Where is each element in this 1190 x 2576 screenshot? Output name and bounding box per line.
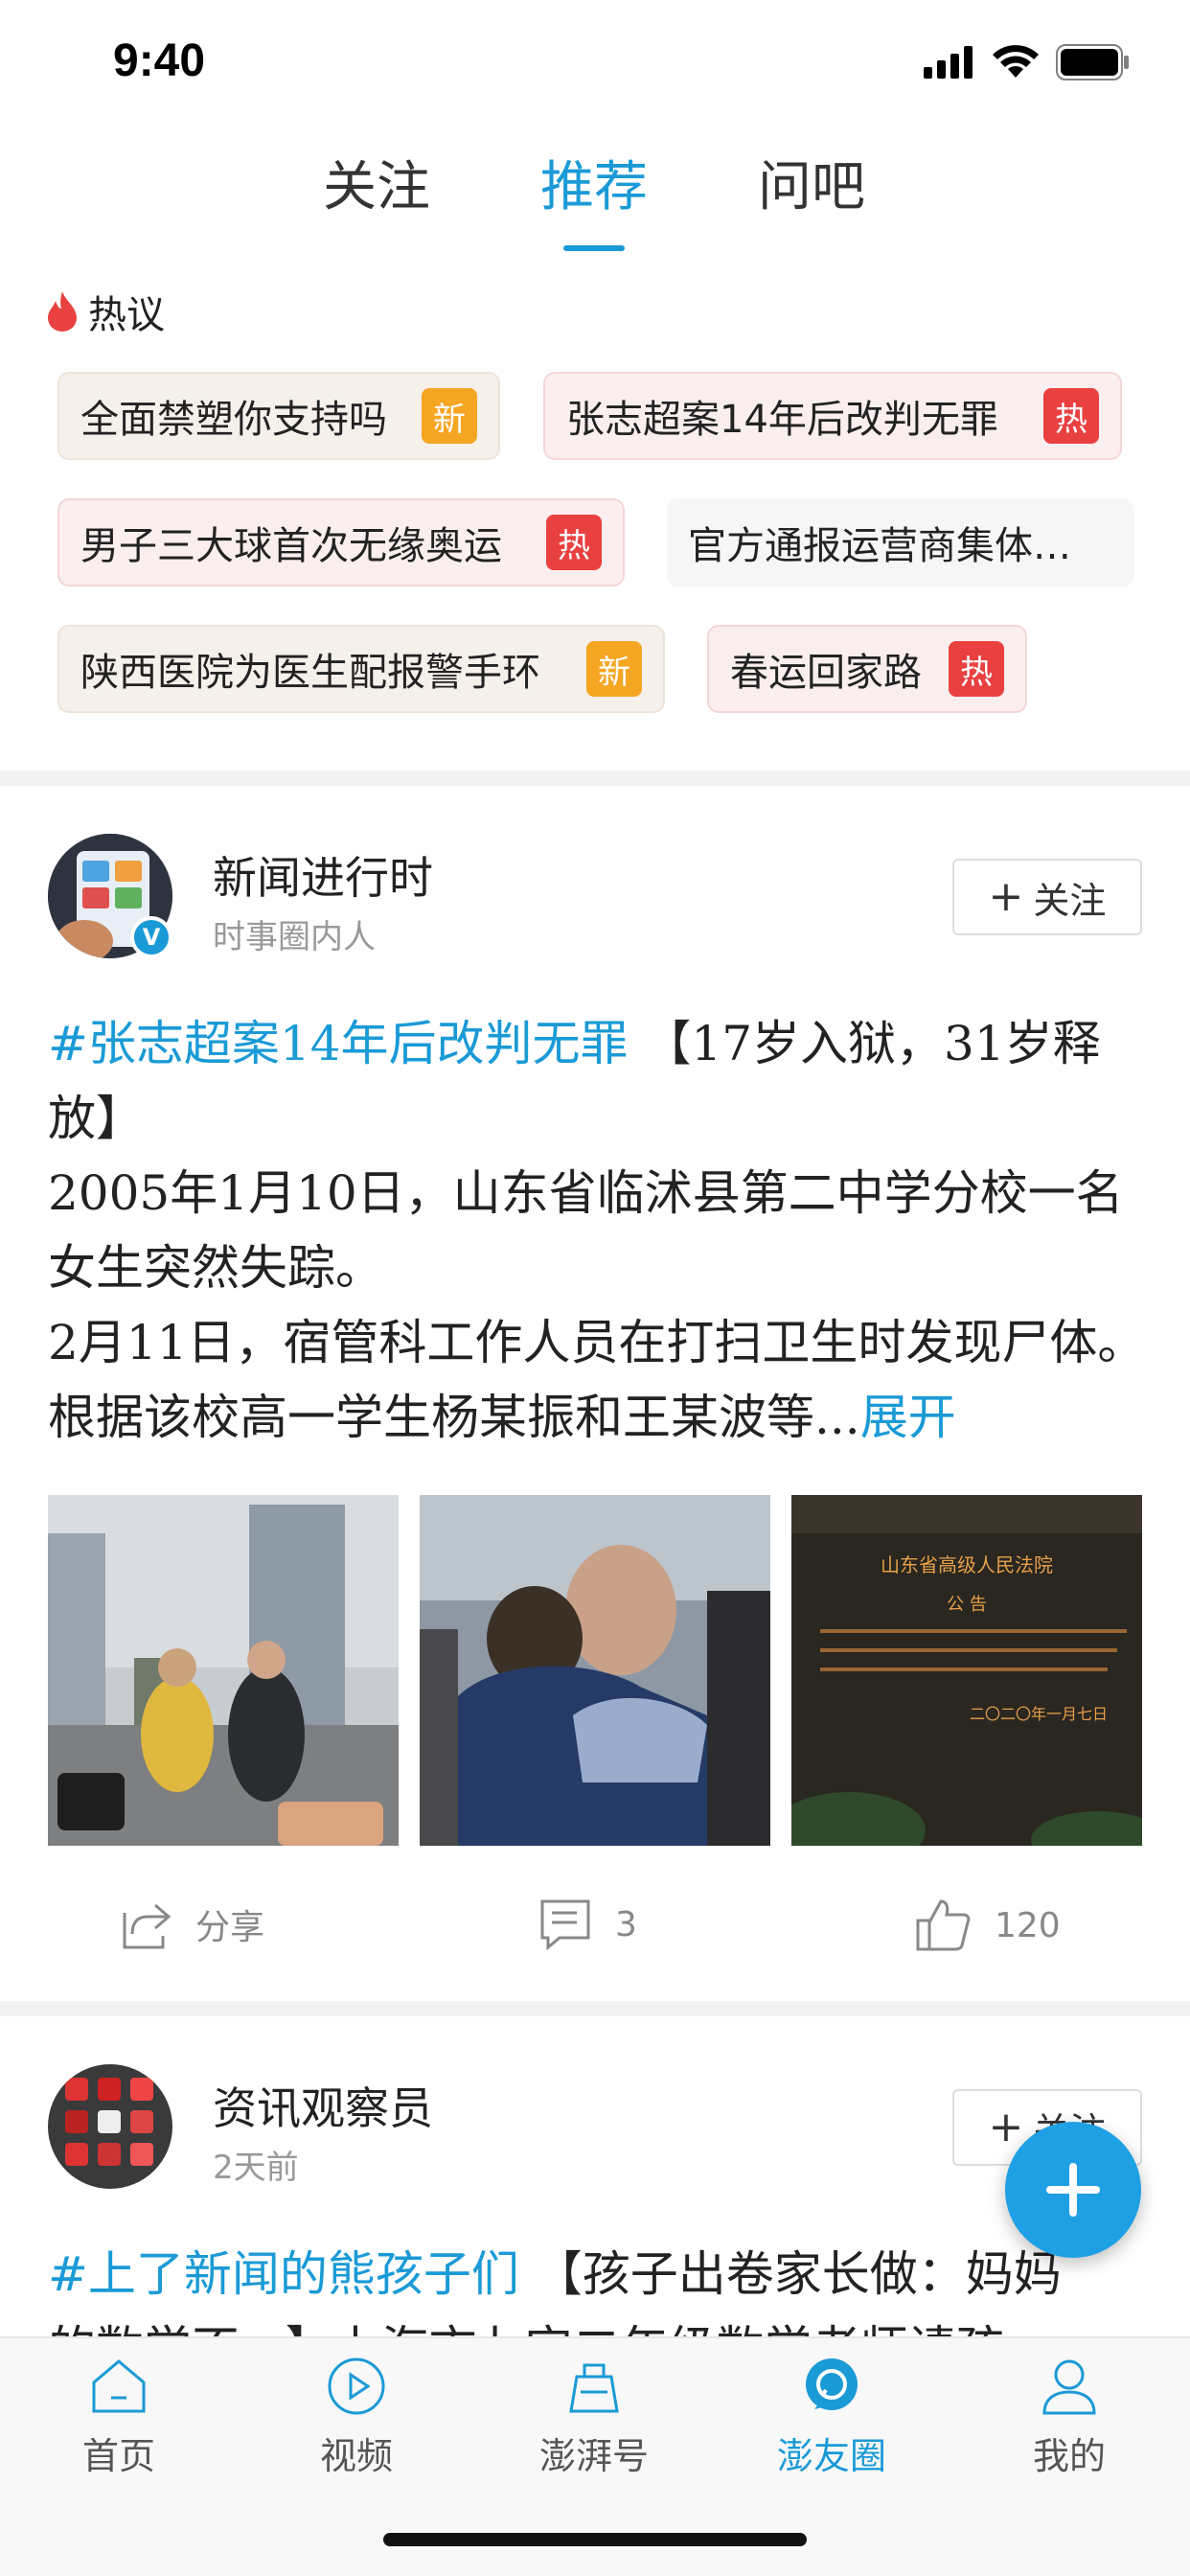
hot-topic-chip[interactable]: 全面禁塑你支持吗 新 bbox=[57, 372, 500, 460]
court-sign-date: 二〇二〇年一月七日 bbox=[970, 1705, 1108, 1723]
court-sign-subtitle: 公 告 bbox=[947, 1595, 987, 1615]
post-photo[interactable]: 山东省高级人民法院 公 告 二〇二〇年一月七日 bbox=[791, 1495, 1142, 1846]
top-tabs: 关注 推荐 问吧 bbox=[0, 144, 1190, 251]
post-photo[interactable] bbox=[48, 1495, 399, 1846]
nav-label: 首页 bbox=[81, 2435, 155, 2477]
nav-item-home[interactable]: 首页 bbox=[23, 2356, 215, 2479]
nav-item-profile[interactable]: 我的 bbox=[973, 2356, 1165, 2479]
author-name[interactable]: 新闻进行时 bbox=[213, 843, 433, 907]
chat-bubble-icon bbox=[806, 2358, 858, 2410]
nav-label: 澎友圈 bbox=[776, 2435, 886, 2477]
status-time: 9:40 bbox=[113, 35, 206, 86]
hot-topic-chip[interactable]: 张志超案14年后改判无罪 热 bbox=[543, 372, 1122, 460]
thumbs-up-icon bbox=[916, 1899, 971, 1951]
comment-count: 3 bbox=[615, 1904, 637, 1944]
post-paragraph: 2月11日，宿管科工作人员在打扫卫生时发现尸体。根据该校高一学生杨某振和王某波等… bbox=[48, 1315, 1146, 1445]
avatar-image bbox=[48, 2064, 172, 2189]
hot-topic-text: 官方通报运营商集体… bbox=[688, 524, 1071, 568]
hot-topic-chip[interactable]: 官方通报运营商集体… bbox=[667, 498, 1134, 586]
new-badge: 新 bbox=[422, 388, 477, 444]
hot-topic-chip[interactable]: 男子三大球首次无缘奥运 热 bbox=[57, 498, 625, 586]
court-sign-title: 山东省高级人民法院 bbox=[881, 1553, 1053, 1576]
author-name[interactable]: 资讯观察员 bbox=[213, 2074, 433, 2137]
nav-item-pengyouquan[interactable]: 澎友圈 bbox=[736, 2356, 927, 2479]
section-divider bbox=[0, 770, 1190, 786]
share-label: 分享 bbox=[195, 1908, 265, 1947]
author-subtitle: 时事圈内人 bbox=[213, 918, 376, 956]
wifi-icon bbox=[993, 45, 1039, 78]
author-subtitle: 2天前 bbox=[213, 2149, 299, 2187]
hot-topics-header: 热议 bbox=[48, 284, 165, 339]
comment-icon bbox=[540, 1899, 590, 1951]
share-button[interactable]: 分享 bbox=[119, 1898, 264, 1951]
tab-wenba[interactable]: 问吧 bbox=[735, 144, 888, 221]
comment-button[interactable]: 3 bbox=[538, 1898, 637, 1951]
verified-badge: V bbox=[130, 916, 172, 958]
hashtag-link[interactable]: #张志超案14年后改判无罪 bbox=[48, 1016, 629, 1071]
video-play-icon bbox=[328, 2358, 385, 2415]
status-icons bbox=[924, 44, 1131, 80]
tab-recommend[interactable]: 推荐 bbox=[517, 144, 671, 221]
hot-badge: 热 bbox=[949, 641, 1004, 697]
account-icon bbox=[569, 2363, 619, 2413]
signal-icon bbox=[924, 46, 973, 79]
plus-icon bbox=[1046, 2163, 1100, 2217]
compose-button[interactable] bbox=[1005, 2122, 1141, 2258]
hashtag-link[interactable]: #上了新闻的熊孩子们 bbox=[48, 2246, 519, 2302]
plus-icon: + bbox=[988, 872, 1024, 921]
hot-badge: 热 bbox=[1043, 388, 1099, 444]
hot-topic-text: 男子三大球首次无缘奥运 bbox=[80, 524, 502, 568]
follow-label: 关注 bbox=[1033, 879, 1107, 922]
hot-topic-chip[interactable]: 春运回家路 热 bbox=[707, 625, 1027, 713]
section-divider bbox=[0, 2001, 1190, 2016]
expand-link[interactable]: 展开 bbox=[860, 1390, 956, 1445]
status-bar: 9:40 bbox=[0, 0, 1190, 125]
share-icon bbox=[123, 1903, 172, 1949]
hot-topic-text: 春运回家路 bbox=[730, 651, 922, 695]
hot-topic-text: 全面禁塑你支持吗 bbox=[80, 398, 387, 442]
plus-icon: + bbox=[988, 2103, 1024, 2151]
hot-badge: 热 bbox=[546, 515, 602, 570]
post-paragraph: 的数学不...】上海市七宝二年级数学老师请孩 bbox=[48, 2321, 1004, 2336]
post-body[interactable]: #上了新闻的熊孩子们 【孩子出卷家长做：妈妈 的数学不...】上海市七宝二年级数… bbox=[48, 2237, 1150, 2336]
nav-item-video[interactable]: 视频 bbox=[261, 2356, 452, 2479]
post-body[interactable]: #张志超案14年后改判无罪 【17岁入狱，31岁释放】 2005年1月10日，山… bbox=[48, 1006, 1150, 1455]
nav-item-pengpai-account[interactable]: 澎湃号 bbox=[498, 2356, 690, 2479]
nav-label: 澎湃号 bbox=[538, 2435, 649, 2477]
new-badge: 新 bbox=[586, 641, 642, 697]
hot-topic-text: 张志超案14年后改判无罪 bbox=[566, 398, 998, 442]
avatar[interactable] bbox=[48, 2064, 172, 2189]
nav-label: 我的 bbox=[1032, 2435, 1106, 2477]
home-icon bbox=[92, 2359, 146, 2413]
post-paragraph: 2005年1月10日，山东省临沭县第二中学分校一名女生突然失踪。 bbox=[48, 1165, 1124, 1296]
active-tab-indicator bbox=[563, 245, 625, 251]
hot-topic-chip[interactable]: 陕西医院为医生配报警手环 新 bbox=[57, 625, 665, 713]
post-action-bar: 分享 3 120 bbox=[0, 1888, 1190, 1974]
post-headline: 【孩子出卷家长做：妈妈 bbox=[518, 2246, 1062, 2302]
home-indicator bbox=[383, 2533, 807, 2546]
nav-label: 视频 bbox=[319, 2435, 393, 2477]
hot-topics-title: 热议 bbox=[88, 293, 165, 337]
tab-follow[interactable]: 关注 bbox=[300, 144, 453, 221]
flame-icon bbox=[48, 291, 77, 332]
post-photo[interactable] bbox=[420, 1495, 770, 1846]
follow-button[interactable]: + 关注 bbox=[952, 859, 1142, 935]
hot-topic-text: 陕西医院为医生配报警手环 bbox=[80, 651, 540, 695]
battery-icon bbox=[1056, 44, 1129, 80]
like-count: 120 bbox=[995, 1905, 1061, 1945]
like-button[interactable]: 120 bbox=[914, 1898, 1061, 1953]
profile-icon bbox=[1042, 2359, 1096, 2415]
